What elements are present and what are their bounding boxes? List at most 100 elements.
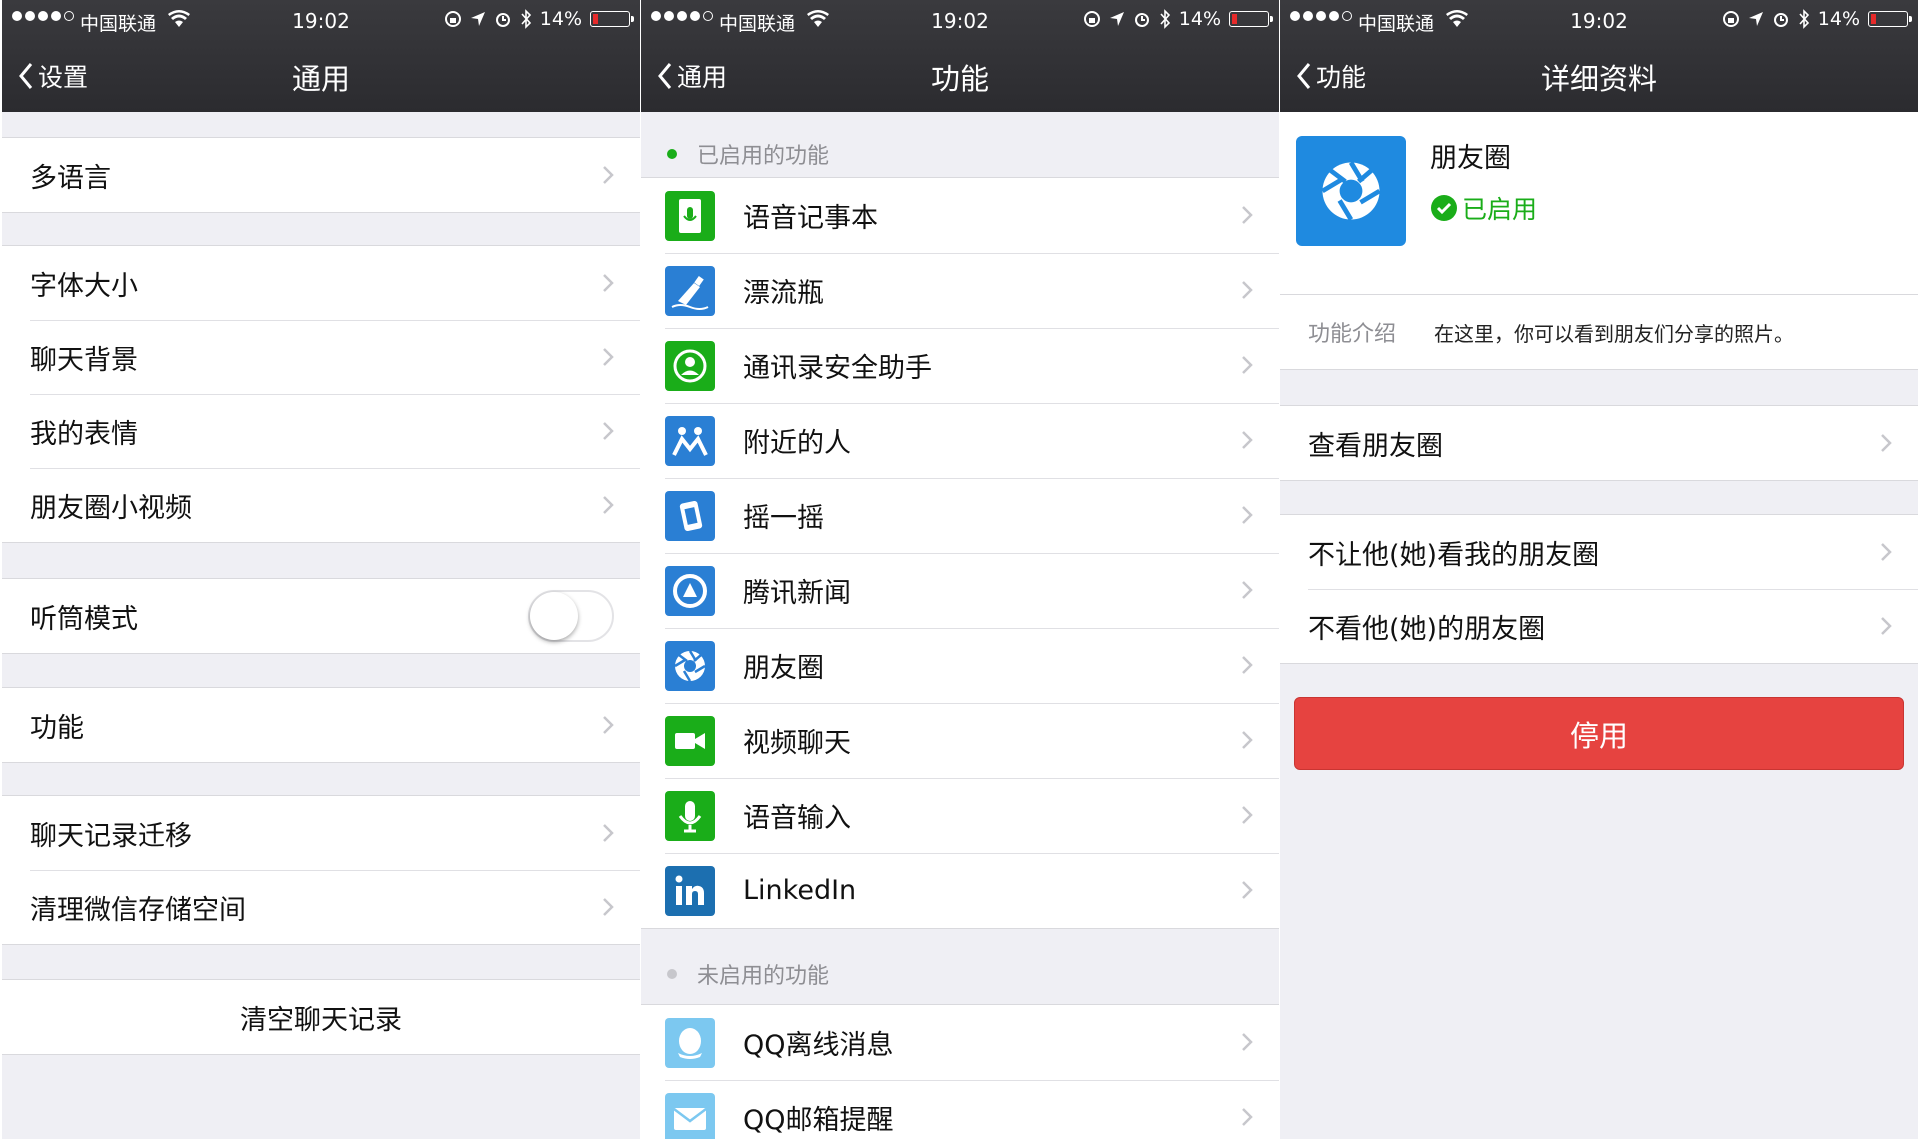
battery-percent: 14% [539, 8, 582, 30]
chevron-right-icon [1242, 281, 1253, 299]
hide-my-moments-row[interactable]: 不让他(她)看我的朋友圈 [1280, 515, 1918, 589]
clear-chat-history-button[interactable]: 清空聊天记录 [2, 980, 640, 1054]
video-chat-icon [665, 715, 715, 766]
features-screen: 中国联通 19:02 14% 通用 功能 已启用的功能 语音记事本 漂流瓶 通讯… [641, 0, 1279, 1139]
battery-icon [1868, 11, 1912, 27]
nav-bar: 设置 通用 [2, 40, 640, 112]
chevron-right-icon [1242, 581, 1253, 599]
row-label: 我的表情 [30, 418, 138, 450]
battery-icon [1229, 11, 1273, 27]
voice-notepad-icon [665, 190, 715, 241]
bluetooth-icon [1160, 9, 1170, 29]
disabled-dot [667, 969, 677, 979]
feature-label: QQ邮箱提醒 [743, 1105, 894, 1136]
feature-intro: 功能介绍 在这里，你可以看到朋友们分享的照片。 [1280, 294, 1918, 370]
tencent-news-icon [665, 565, 715, 616]
drift-bottle-icon [665, 265, 715, 316]
feature-label: 附近的人 [743, 428, 851, 459]
chevron-right-icon [603, 422, 614, 440]
chevron-right-icon [1242, 656, 1253, 674]
feature-qq-mail[interactable]: QQ邮箱提醒 [641, 1080, 1279, 1139]
row-language[interactable]: 多语言 [2, 138, 640, 212]
chevron-right-icon [1881, 434, 1892, 452]
chevron-right-icon [1242, 806, 1253, 824]
chevron-right-icon [1242, 1033, 1253, 1051]
feature-label: 腾讯新闻 [743, 578, 851, 609]
group-storage: 聊天记录迁移 清理微信存储空间 [2, 795, 640, 945]
status-icons: 14% [444, 8, 634, 30]
section-label: 未启用的功能 [697, 964, 830, 989]
status-icons: 14% [1083, 8, 1273, 30]
chevron-right-icon [1881, 617, 1892, 635]
feature-tencent-news[interactable]: 腾讯新闻 [641, 553, 1279, 628]
people-nearby-icon [665, 415, 715, 466]
linkedin-icon [665, 865, 715, 916]
row-label: 不看他(她)的朋友圈 [1308, 613, 1546, 645]
view-moments-row[interactable]: 查看朋友圈 [1280, 406, 1918, 480]
hide-their-moments-row[interactable]: 不看他(她)的朋友圈 [1280, 589, 1918, 663]
toggle-knob [530, 592, 578, 640]
button-label: 清空聊天记录 [240, 1004, 402, 1036]
row-label: 多语言 [30, 162, 111, 194]
moments-icon [665, 640, 715, 691]
location-icon [1109, 12, 1124, 26]
disabled-features-list: QQ离线消息 QQ邮箱提醒 [641, 1004, 1279, 1139]
enabled-section-header: 已启用的功能 [641, 134, 1279, 174]
qq-offline-icon [665, 1017, 715, 1068]
chevron-right-icon [1242, 731, 1253, 749]
row-moments-video[interactable]: 朋友圈小视频 [2, 468, 640, 542]
row-label: 功能 [30, 712, 84, 744]
row-label: 查看朋友圈 [1308, 430, 1443, 462]
group-display: 字体大小 聊天背景 我的表情 朋友圈小视频 [2, 245, 640, 543]
chevron-right-icon [603, 898, 614, 916]
feature-contacts-security[interactable]: 通讯录安全助手 [641, 328, 1279, 403]
general-settings-screen: 中国联通 19:02 14% 设置 通用 多语言 字体大小 聊天背景 我的表情 … [2, 0, 640, 1139]
row-chat-background[interactable]: 聊天背景 [2, 320, 640, 394]
group-language: 多语言 [2, 137, 640, 213]
row-my-stickers[interactable]: 我的表情 [2, 394, 640, 468]
row-font-size[interactable]: 字体大小 [2, 246, 640, 320]
chevron-right-icon [603, 496, 614, 514]
feature-label: 朋友圈 [743, 653, 824, 684]
chevron-right-icon [1242, 356, 1253, 374]
disabled-section-header: 未启用的功能 [641, 954, 1279, 994]
feature-linkedin[interactable]: LinkedIn [641, 853, 1279, 928]
top-bar: 中国联通 19:02 14% 设置 通用 [2, 0, 640, 112]
row-clean-storage[interactable]: 清理微信存储空间 [2, 870, 640, 944]
chevron-right-icon [1242, 506, 1253, 524]
feature-video-chat[interactable]: 视频聊天 [641, 703, 1279, 778]
row-label: 聊天记录迁移 [30, 820, 192, 852]
chevron-right-icon [1242, 206, 1253, 224]
chevron-right-icon [1881, 543, 1892, 561]
row-chat-migration[interactable]: 聊天记录迁移 [2, 796, 640, 870]
nav-bar: 通用 功能 [641, 40, 1279, 112]
feature-shake[interactable]: 摇一摇 [641, 478, 1279, 553]
feature-voice-input[interactable]: 语音输入 [641, 778, 1279, 853]
group-earpiece: 听筒模式 [2, 578, 640, 654]
feature-label: 通讯录安全助手 [743, 353, 932, 384]
nav-bar: 功能 详细资料 [1280, 40, 1918, 112]
location-icon [470, 12, 485, 26]
row-label: 字体大小 [30, 270, 138, 302]
row-features[interactable]: 功能 [2, 688, 640, 762]
feature-people-nearby[interactable]: 附近的人 [641, 403, 1279, 478]
earpiece-mode-toggle[interactable] [528, 590, 614, 642]
row-label: 清理微信存储空间 [30, 894, 246, 926]
location-icon [1748, 12, 1763, 26]
battery-percent: 14% [1178, 8, 1221, 30]
contacts-security-icon [665, 340, 715, 391]
feature-drift-bottle[interactable]: 漂流瓶 [641, 253, 1279, 328]
status-badge: 已启用 [1430, 190, 1537, 226]
feature-qq-offline[interactable]: QQ离线消息 [641, 1005, 1279, 1080]
status-bar: 中国联通 19:02 14% [2, 0, 640, 40]
feature-moments[interactable]: 朋友圈 [641, 628, 1279, 703]
feature-voice-notepad[interactable]: 语音记事本 [641, 178, 1279, 253]
feature-label: LinkedIn [743, 875, 857, 906]
page-title: 功能 [930, 62, 989, 96]
feature-label: 漂流瓶 [743, 278, 824, 309]
status-bar: 中国联通 19:02 14% [641, 0, 1279, 40]
chevron-right-icon [603, 716, 614, 734]
disable-button[interactable]: 停用 [1294, 697, 1904, 770]
row-label: 朋友圈小视频 [30, 492, 192, 524]
chevron-right-icon [1242, 881, 1253, 899]
